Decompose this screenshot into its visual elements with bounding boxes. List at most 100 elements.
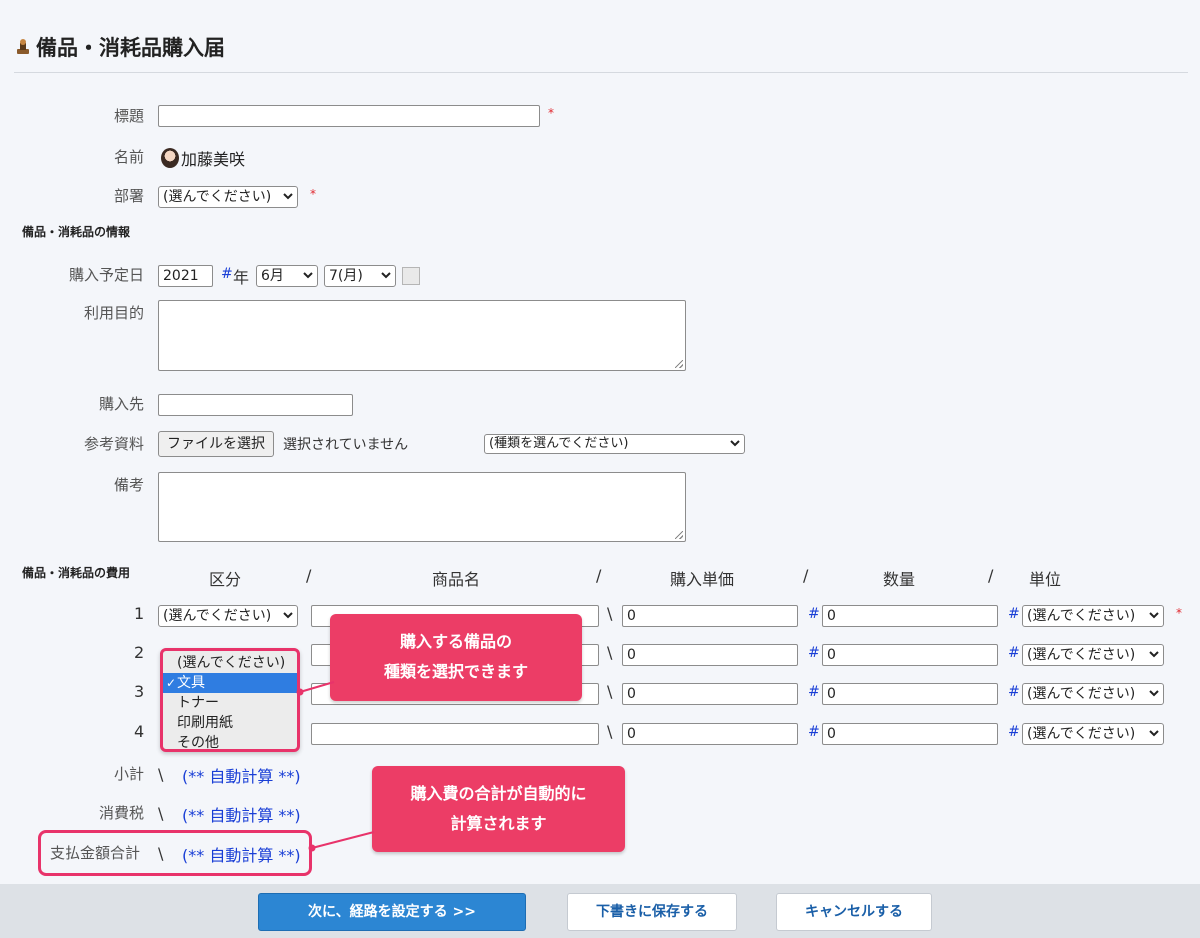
title-input[interactable]: [158, 105, 540, 127]
row-price-input[interactable]: 0: [622, 723, 798, 745]
vendor-label: 購入先: [98, 395, 144, 413]
dept-select[interactable]: (選んでください): [158, 186, 298, 208]
row-qty-input[interactable]: 0: [822, 683, 998, 705]
row-price-input[interactable]: 0: [622, 683, 798, 705]
resize-grip-icon[interactable]: [675, 360, 683, 368]
header-quantity: 数量: [883, 570, 916, 589]
row-number: 2: [134, 643, 145, 662]
yen-mark: \: [158, 765, 164, 784]
header-sep: /: [988, 566, 994, 585]
row-price-input[interactable]: 0: [622, 644, 798, 666]
next-route-button[interactable]: 次に、経路を設定する >>: [258, 893, 526, 931]
callout-connector: [308, 831, 375, 852]
row-unit-value: (選んでください): [1027, 686, 1136, 702]
chevron-down-icon: [1149, 651, 1159, 658]
tax-label: 消費税: [98, 804, 144, 822]
page-title: 備品・消耗品購入届: [14, 32, 225, 62]
dropdown-option-selected[interactable]: ✓ 文具: [163, 673, 297, 693]
callout-line: 購入する備品の: [399, 632, 512, 651]
page-title-text: 備品・消耗品購入届: [36, 36, 225, 60]
yen-mark: \: [607, 682, 613, 701]
row-unit-value: (選んでください): [1027, 608, 1136, 624]
row-hash: #: [1008, 684, 1020, 700]
chevron-down-icon: [1149, 730, 1159, 737]
row-unit-select[interactable]: (選んでください): [1022, 723, 1164, 745]
title-label: 標題: [113, 107, 144, 125]
row-hash: #: [1008, 606, 1020, 622]
callout-line: 種類を選択できます: [383, 662, 528, 681]
chevron-down-icon: [283, 193, 293, 200]
category-dropdown-menu[interactable]: (選んでください) ✓ 文具 トナー 印刷用紙 その他: [160, 648, 300, 752]
dept-select-value: (選んでください): [163, 189, 272, 205]
header-sep: /: [803, 566, 809, 585]
row-product-input[interactable]: [311, 723, 599, 745]
yen-mark: \: [158, 844, 164, 863]
yen-mark: \: [607, 604, 613, 623]
name-value: 加藤美咲: [181, 150, 246, 169]
year-input[interactable]: 2021: [158, 265, 213, 287]
month-select-value: 6月: [261, 268, 284, 284]
vendor-input[interactable]: [158, 394, 353, 416]
callout-connector: [296, 681, 335, 696]
row-unit-value: (選んでください): [1027, 647, 1136, 663]
yen-mark: \: [607, 722, 613, 741]
row-hash: #: [808, 606, 820, 622]
callout-line: 計算されます: [450, 814, 547, 833]
row-unit-select[interactable]: (選んでください): [1022, 644, 1164, 666]
row-qty-input[interactable]: 0: [822, 723, 998, 745]
total-value: (** 自動計算 **): [182, 846, 301, 865]
row-price-input[interactable]: 0: [622, 605, 798, 627]
year-suffix: 年: [233, 268, 250, 287]
dept-required-mark: *: [310, 187, 316, 201]
row-unit-select[interactable]: (選んでください): [1022, 683, 1164, 705]
ref-label: 参考資料: [83, 435, 144, 453]
chevron-down-icon: [1149, 690, 1159, 697]
ref-type-select[interactable]: (種類を選んでください): [484, 434, 745, 454]
day-select[interactable]: 7(月): [324, 265, 396, 287]
chevron-down-icon: [1149, 612, 1159, 619]
subtotal-value: (** 自動計算 **): [182, 767, 301, 786]
month-select[interactable]: 6月: [256, 265, 318, 287]
row-qty-input[interactable]: 0: [822, 605, 998, 627]
save-draft-button[interactable]: 下書きに保存する: [567, 893, 737, 931]
row-number: 4: [134, 722, 145, 741]
header-product: 商品名: [432, 570, 481, 589]
dept-label: 部署: [113, 187, 144, 205]
date-label: 購入予定日: [68, 266, 144, 284]
chevron-down-icon: [730, 440, 740, 447]
avatar: [161, 148, 179, 168]
name-label: 名前: [113, 148, 144, 166]
chevron-down-icon: [283, 612, 293, 619]
cancel-button[interactable]: キャンセルする: [776, 893, 932, 931]
purpose-textarea[interactable]: [158, 300, 686, 371]
dropdown-option[interactable]: (選んでください): [163, 653, 297, 673]
file-select-button[interactable]: ファイルを選択: [158, 431, 274, 457]
dropdown-option[interactable]: トナー: [163, 693, 297, 713]
row-qty-input[interactable]: 0: [822, 644, 998, 666]
row-unit-select[interactable]: (選んでください): [1022, 605, 1164, 627]
row-hash: #: [1008, 724, 1020, 740]
yen-mark: \: [607, 643, 613, 662]
purpose-label: 利用目的: [83, 304, 144, 322]
header-sep: /: [596, 566, 602, 585]
year-hash: #: [221, 266, 233, 282]
row-category-value: (選んでください): [163, 608, 272, 624]
row-number: 1: [134, 604, 145, 623]
row-required-mark: *: [1176, 606, 1182, 620]
notes-textarea[interactable]: [158, 472, 686, 542]
section-cost-heading: 備品・消耗品の費用: [22, 566, 131, 580]
dropdown-option[interactable]: 印刷用紙: [163, 713, 297, 733]
ref-type-select-value: (種類を選んでください): [489, 436, 629, 451]
calendar-icon[interactable]: [402, 267, 420, 285]
callout-total: 購入費の合計が自動的に 計算されます: [372, 766, 625, 852]
subtotal-label: 小計: [113, 765, 144, 783]
title-divider: [14, 72, 1188, 73]
total-label: 支払金額合計: [50, 844, 141, 862]
row-hash: #: [808, 724, 820, 740]
dropdown-option[interactable]: その他: [163, 733, 297, 753]
header-sep: /: [306, 566, 312, 585]
notes-label: 備考: [113, 476, 144, 494]
row-category-select[interactable]: (選んでください): [158, 605, 298, 627]
row-unit-value: (選んでください): [1027, 726, 1136, 742]
resize-grip-icon[interactable]: [675, 531, 683, 539]
